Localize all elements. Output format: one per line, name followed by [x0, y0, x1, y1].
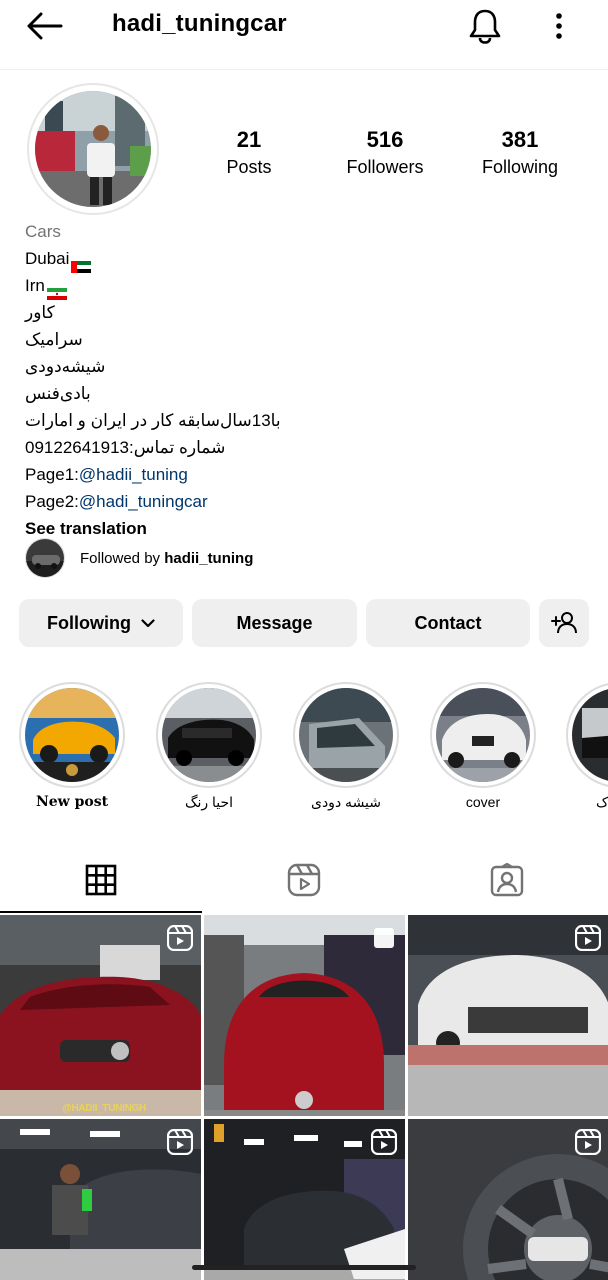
- highlight-tinted-glass[interactable]: شیشه دودی: [292, 682, 400, 811]
- mutual-follower-avatar: [25, 538, 65, 578]
- bio-page2: Page2:@hadi_tuningcar: [25, 488, 585, 515]
- arrow-left-icon: [27, 12, 63, 40]
- bio-line: شماره تماس:09122641913: [25, 438, 226, 457]
- posts-count: 21: [236, 127, 262, 152]
- followed-by-user[interactable]: hadii_tuning: [164, 550, 253, 567]
- following-label: Following: [481, 157, 559, 177]
- grid-post[interactable]: [408, 915, 608, 1116]
- bio-page1: Page1:@hadii_tuning: [25, 461, 585, 488]
- bio-line: سرامیک: [25, 330, 83, 349]
- highlight-label: احیا رنگ: [184, 794, 234, 810]
- avatar-photo: [35, 91, 151, 207]
- contact-button-label: Contact: [414, 612, 482, 633]
- profile-avatar[interactable]: [27, 83, 159, 215]
- posts-stat[interactable]: 21 Posts: [189, 127, 309, 178]
- highlight-ring: [430, 682, 536, 788]
- page2-link[interactable]: @hadi_tuningcar: [79, 492, 208, 511]
- active-tab-indicator: [0, 911, 202, 913]
- add-person-icon: [551, 612, 577, 634]
- profile-username: hadi_tuningcar: [112, 10, 287, 37]
- grid-post[interactable]: [204, 1119, 405, 1280]
- reel-badge-icon: [575, 925, 601, 951]
- highlight-cover: [25, 688, 119, 782]
- system-nav-handle[interactable]: [192, 1265, 416, 1270]
- back-button[interactable]: [22, 8, 66, 44]
- more-vertical-icon: [556, 13, 562, 39]
- highlight-cover: [299, 688, 393, 782]
- reel-badge-icon: [167, 1129, 193, 1155]
- carousel-badge-icon: [374, 928, 394, 948]
- followed-by-prefix: Followed by: [80, 549, 165, 567]
- highlight-new-post[interactable]: New post: [18, 682, 126, 810]
- suggested-users-button[interactable]: [539, 599, 589, 647]
- bio-line: بادی‌فنس: [25, 384, 91, 403]
- notifications-button[interactable]: [466, 6, 504, 46]
- followers-stat[interactable]: 516 Followers: [325, 127, 445, 178]
- reel-badge-icon: [371, 1129, 397, 1155]
- highlight-ring: [293, 682, 399, 788]
- grid-post[interactable]: [408, 1119, 608, 1280]
- highlight-cover-wrap[interactable]: cover: [429, 682, 537, 810]
- followers-label: Followers: [346, 157, 424, 177]
- page1-prefix: Page1:: [25, 465, 79, 484]
- message-button-label: Message: [236, 612, 313, 633]
- grid-icon: [85, 864, 117, 896]
- top-bar: hadi_tuningcar: [0, 0, 608, 70]
- highlight-label: cover: [465, 794, 501, 810]
- grid-post[interactable]: [204, 915, 405, 1116]
- tab-reels[interactable]: [203, 848, 405, 912]
- grid-post[interactable]: [0, 1119, 201, 1280]
- highlight-partial[interactable]: ک: [566, 682, 608, 811]
- tagged-person-icon: [490, 863, 524, 897]
- bio-line: Irn: [25, 272, 585, 300]
- bio-line: شیشه‌دودی: [25, 357, 106, 376]
- bio-line: با13سال‌سابقه کار در ایران و امارات: [25, 411, 281, 430]
- reel-badge-icon: [167, 925, 193, 951]
- following-stat[interactable]: 381 Following: [460, 127, 580, 178]
- bio-line: Dubai: [25, 245, 585, 273]
- bio-line-irn: Irn: [25, 276, 45, 295]
- tab-posts-grid[interactable]: [0, 848, 202, 912]
- following-count: 381: [501, 127, 539, 152]
- highlight-label: شیشه دودی: [310, 794, 382, 810]
- post-watermark: @HADII_TUNINGH: [62, 1103, 146, 1114]
- highlight-label: ک: [596, 794, 608, 810]
- tab-tagged[interactable]: [406, 848, 608, 912]
- highlight-ring: [566, 682, 608, 788]
- followed-by-text: Followed by hadii_tuning: [80, 550, 253, 567]
- highlight-ring: [19, 682, 125, 788]
- highlight-cover: [572, 688, 608, 782]
- followers-count: 516: [366, 127, 404, 152]
- page2-prefix: Page2:: [25, 492, 79, 511]
- highlight-paint-restore[interactable]: احیا رنگ: [155, 682, 263, 811]
- bell-icon: [469, 9, 501, 44]
- following-button-label: Following: [47, 612, 131, 633]
- highlight-cover: [162, 688, 256, 782]
- iran-flag-icon: [46, 281, 67, 300]
- profile-tabs: [0, 848, 608, 912]
- message-button[interactable]: Message: [192, 599, 357, 647]
- bio-line-dubai: Dubai: [25, 249, 70, 268]
- following-button[interactable]: Following: [19, 599, 183, 647]
- posts-label: Posts: [226, 157, 272, 177]
- uae-flag-icon: [71, 254, 92, 273]
- more-options-button[interactable]: [546, 8, 572, 44]
- highlight-cover: [436, 688, 530, 782]
- bio-category: Cars: [25, 222, 61, 241]
- highlight-label: New post: [35, 794, 109, 810]
- reels-icon: [287, 863, 321, 897]
- highlight-ring: [156, 682, 262, 788]
- contact-button[interactable]: Contact: [366, 599, 530, 647]
- bio-line: کاور: [25, 303, 55, 322]
- profile-bio: Cars Dubai Irn کاور سرامیک شیشه‌دودی باد…: [25, 218, 585, 542]
- chevron-down-icon: [141, 618, 155, 627]
- followed-by-row[interactable]: Followed by hadii_tuning: [25, 538, 253, 578]
- grid-post[interactable]: @HADII_TUNINGH: [0, 915, 201, 1116]
- page1-link[interactable]: @hadii_tuning: [79, 465, 188, 484]
- reel-badge-icon: [575, 1129, 601, 1155]
